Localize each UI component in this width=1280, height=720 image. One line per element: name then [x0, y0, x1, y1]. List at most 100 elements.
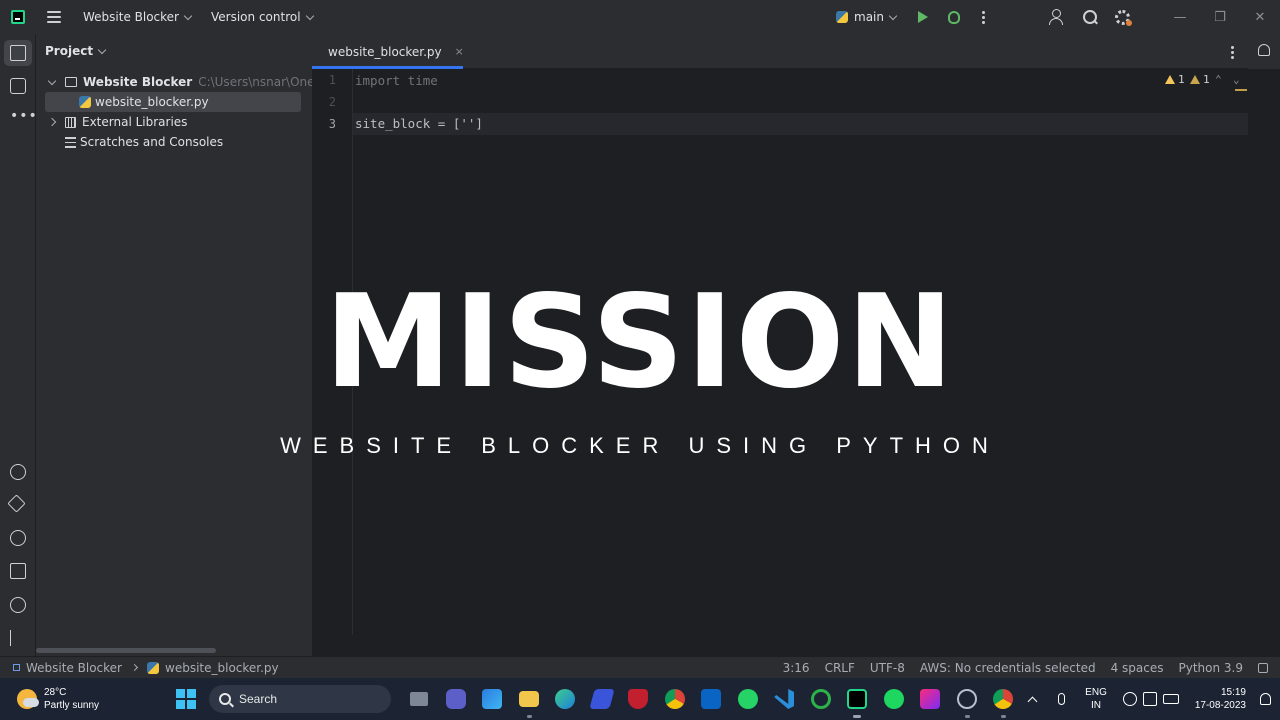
language-indicator[interactable]: ENG IN: [1085, 686, 1107, 712]
tree-item-label: Website Blocker: [83, 75, 193, 89]
python-icon: [836, 11, 849, 23]
tab-actions-icon[interactable]: [1231, 46, 1234, 59]
scratches-icon: [65, 136, 76, 148]
network-icon[interactable]: [1122, 692, 1137, 706]
inspection-weak-warnings[interactable]: 1: [1190, 73, 1210, 86]
vcs-menu[interactable]: Version control: [211, 10, 314, 24]
structure-tool-icon[interactable]: [10, 78, 26, 94]
main-menu-icon[interactable]: [47, 11, 61, 23]
volume-icon[interactable]: [1142, 692, 1157, 706]
file-encoding[interactable]: UTF-8: [870, 661, 905, 675]
chrome-icon[interactable]: [657, 678, 694, 720]
chrome-profile-icon[interactable]: [985, 678, 1022, 720]
taskbar-clock[interactable]: 15:19 17-08-2023: [1195, 686, 1246, 712]
project-switcher[interactable]: Website Blocker: [83, 10, 193, 24]
breadcrumb-project[interactable]: Website Blocker: [26, 661, 122, 675]
indent-setting[interactable]: 4 spaces: [1111, 661, 1164, 675]
lock-icon[interactable]: [1258, 662, 1268, 673]
code-line[interactable]: site_block = ['']: [355, 116, 483, 131]
module-icon: [13, 664, 20, 671]
libraries-icon: [65, 116, 76, 128]
edge-icon[interactable]: [547, 678, 584, 720]
system-tray: ENG IN 15:19 17-08-2023: [1027, 678, 1280, 720]
tab-website-blocker[interactable]: website_blocker.py ×: [312, 34, 464, 69]
teams-icon[interactable]: [438, 678, 475, 720]
close-window-button[interactable]: ✕: [1240, 10, 1280, 25]
maximize-button[interactable]: ❐: [1200, 10, 1240, 25]
python-console-icon[interactable]: [10, 464, 26, 480]
show-hidden-icons-icon[interactable]: [1027, 696, 1038, 706]
partly-sunny-icon: [17, 689, 39, 709]
code-line[interactable]: import time: [355, 73, 438, 88]
task-view-icon[interactable]: [401, 678, 438, 720]
outlook-icon[interactable]: [693, 678, 730, 720]
windows-taskbar: 28°C Partly sunny Search ENG IN 15:19 17…: [0, 678, 1280, 720]
tree-item-root[interactable]: Website Blocker C:\Users\nsnar\OneDrive\: [47, 72, 351, 92]
more-actions-icon[interactable]: [982, 10, 985, 24]
tree-item-scratches[interactable]: Scratches and Consoles: [65, 132, 223, 152]
close-tab-icon[interactable]: ×: [455, 45, 464, 58]
notification-center-icon[interactable]: [1260, 693, 1271, 705]
run-icon[interactable]: [918, 11, 928, 23]
code-with-me-icon[interactable]: [1049, 9, 1065, 25]
python-file-icon: [147, 661, 159, 674]
warning-icon: [1190, 75, 1200, 84]
vscode-icon[interactable]: [766, 678, 803, 720]
whatsapp-icon[interactable]: [730, 678, 767, 720]
scrollbar-warning-marker: [1235, 89, 1247, 91]
git-icon[interactable]: [10, 630, 20, 646]
app-icon[interactable]: [949, 678, 986, 720]
search-icon[interactable]: [1083, 10, 1097, 24]
status-bar: Website Blocker website_blocker.py 3:16 …: [0, 656, 1280, 678]
minimize-button[interactable]: —: [1160, 10, 1200, 25]
spotify-icon[interactable]: [876, 678, 913, 720]
tree-item-file[interactable]: website_blocker.py: [45, 92, 301, 112]
more-tools-icon[interactable]: •••: [10, 108, 37, 124]
notifications-bell-icon[interactable]: [1258, 44, 1270, 56]
tree-item-libraries[interactable]: External Libraries: [47, 112, 187, 132]
battery-icon[interactable]: [1162, 694, 1179, 704]
line-separator[interactable]: CRLF: [825, 661, 855, 675]
caret-position[interactable]: 3:16: [783, 661, 810, 675]
weather-temperature: 28°C: [44, 687, 67, 698]
terminal-icon[interactable]: [10, 563, 26, 579]
store-icon[interactable]: [474, 678, 511, 720]
region-code: IN: [1091, 700, 1101, 711]
tab-label: website_blocker.py: [328, 44, 442, 59]
warning-count: 1: [1203, 73, 1210, 86]
debug-icon[interactable]: [948, 10, 960, 24]
python-interpreter[interactable]: Python 3.9: [1179, 661, 1244, 675]
chevron-right-icon: [130, 663, 139, 672]
horizontal-scrollbar[interactable]: [36, 648, 216, 653]
powerautomate-icon[interactable]: [584, 678, 621, 720]
aws-status[interactable]: AWS: No credentials selected: [920, 661, 1096, 675]
inspection-warnings[interactable]: 1: [1165, 73, 1185, 86]
mcafee-icon[interactable]: [620, 678, 657, 720]
weather-description: Partly sunny: [44, 700, 100, 711]
prev-highlight-icon[interactable]: ⌃: [1215, 73, 1222, 86]
windows-start-icon[interactable]: [176, 689, 196, 709]
project-switcher-label: Website Blocker: [83, 10, 179, 24]
python-packages-icon[interactable]: [7, 494, 26, 513]
expand-arrow-icon[interactable]: [47, 117, 57, 127]
clock-date: 17-08-2023: [1194, 700, 1246, 711]
taskbar-search[interactable]: Search: [209, 685, 391, 713]
weather-widget[interactable]: 28°C Partly sunny: [0, 686, 180, 712]
settings-gear-icon[interactable]: [1115, 9, 1132, 26]
next-highlight-icon[interactable]: ⌄: [1233, 73, 1240, 86]
problems-icon[interactable]: [10, 597, 26, 613]
breadcrumb-file[interactable]: website_blocker.py: [165, 661, 279, 675]
spinner-icon[interactable]: [803, 678, 840, 720]
project-panel-title: Project: [45, 44, 94, 58]
microphone-icon[interactable]: [1058, 693, 1066, 705]
pycharm-logo-icon[interactable]: [11, 10, 25, 24]
services-icon[interactable]: [10, 530, 26, 546]
file-explorer-icon[interactable]: [511, 678, 548, 720]
expand-arrow-icon[interactable]: [47, 76, 57, 85]
run-config-selector[interactable]: main: [836, 10, 898, 24]
project-tool-icon[interactable]: [10, 45, 26, 61]
project-panel-header[interactable]: Project: [36, 34, 312, 68]
pycharm-icon[interactable]: [839, 678, 876, 720]
line-number: 2: [328, 95, 336, 109]
jetbrains-icon[interactable]: [912, 678, 949, 720]
